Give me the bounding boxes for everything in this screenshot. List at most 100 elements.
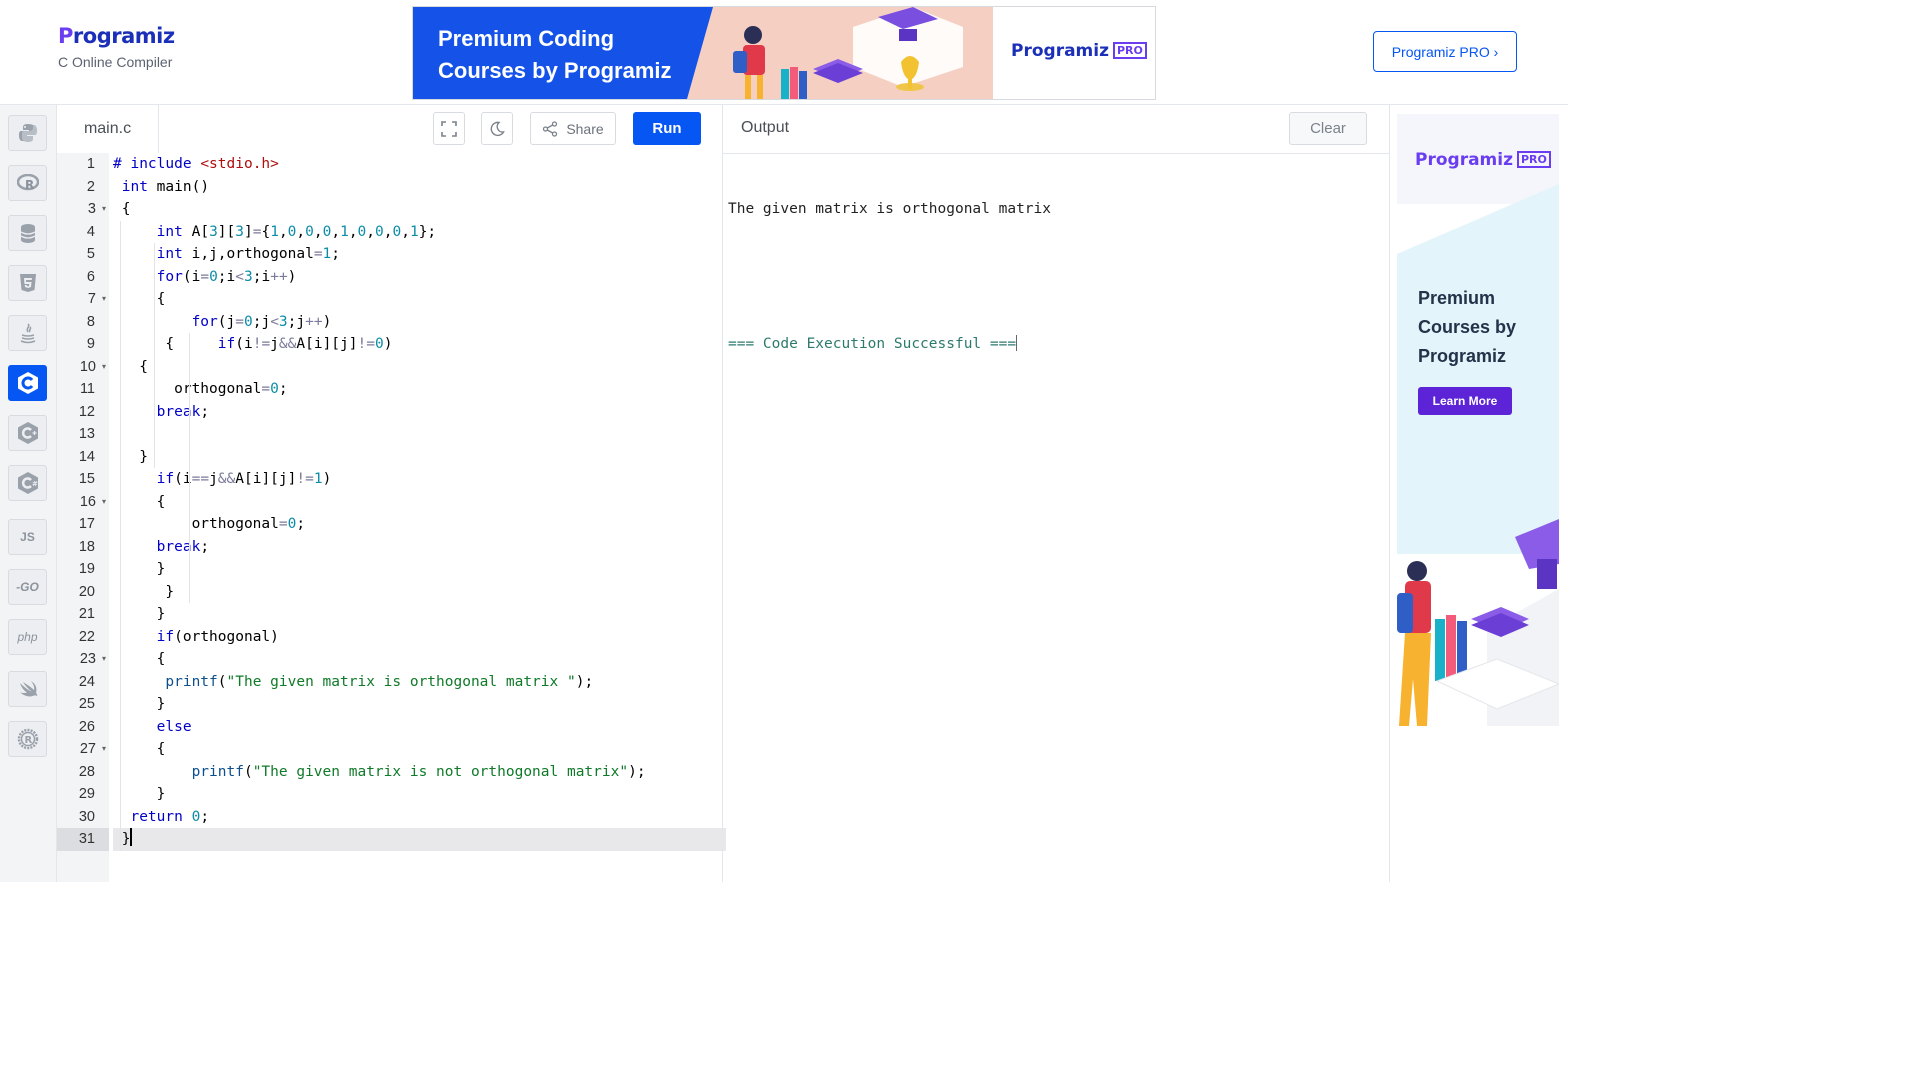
code-line: if(orthogonal) [156,628,279,645]
line-number: 24 [78,673,95,690]
code-line: { [113,358,148,375]
learn-more-button[interactable]: Learn More [1418,387,1512,415]
line-number: 4 [86,223,95,240]
cpp-icon[interactable] [8,415,47,451]
ad-logo-text: Programiz [1415,150,1513,170]
ad-heading-line: Courses by [1418,317,1517,337]
line-number-gutter: 1 2 3 ▾ 4 5 6 7 ▾ 8 9 10 ▾ 11 12 13 14 15 16 ▾ 17 18 19 20 21 22 2… [57,153,109,882]
code-line: for(j=0;j<3;j++) [191,313,332,330]
fullscreen-button[interactable] [433,112,465,145]
banner-line-2: Courses by Programiz [438,58,672,83]
banner-brand: Programiz PRO [993,7,1155,99]
javascript-icon[interactable]: JS [8,519,47,555]
r-icon[interactable]: R [8,165,47,201]
line-number: 30 [78,808,95,825]
execution-status: === Code Execution Successful === [728,335,1018,352]
line-number: 16 ▾ [57,491,109,514]
code-line: return 0; [130,808,210,825]
code-editor[interactable]: # include <stdio.h> int main() { int A[3… [109,153,726,882]
code-line: printf("The given matrix is not orthogon… [191,763,646,780]
code-line: } [113,696,166,712]
line-number: 12 [78,403,95,420]
line-number: 8 [86,313,95,330]
code-line: orthogonal=0; [113,381,288,397]
programiz-pro-button[interactable]: Programiz PRO › [1373,31,1517,72]
header: Programiz C Online Compiler Premium Codi… [0,0,1568,105]
code-line: { [113,291,166,307]
swift-icon[interactable] [8,671,47,707]
java-icon[interactable] [8,315,47,351]
logo-initial: P [58,24,73,48]
svg-text:#: # [32,480,38,488]
output-console[interactable]: The given matrix is orthogonal matrix ==… [728,153,1051,401]
page-subtitle: C Online Compiler [58,54,173,70]
side-advertisement[interactable]: Programiz PRO Premium Courses by Programi… [1397,114,1559,726]
promo-banner[interactable]: Premium Coding Courses by Programiz Prog… [412,6,1156,100]
code-line: break; [156,403,210,420]
php-label: php [17,630,38,644]
expand-icon [441,120,457,137]
line-number: 28 [78,763,95,780]
code-line: } [113,561,166,577]
php-icon[interactable]: php [8,619,47,655]
indent-guide [189,333,190,603]
code-line: } [113,583,175,600]
html5-icon[interactable] [8,265,47,301]
code-line: { [113,201,131,217]
code-line: { [113,741,166,757]
output-panel: Output Clear The given matrix is orthogo… [722,105,1390,882]
rust-icon[interactable]: R [8,721,47,757]
fold-toggle-icon[interactable]: ▾ [102,648,106,671]
line-number: 21 [78,606,95,622]
dark-mode-button[interactable] [481,112,513,145]
output-title: Output [741,119,790,136]
line-number: 31 [57,828,109,851]
indent-guide [154,243,155,468]
language-sidebar: R # JS -GO php R [0,105,57,882]
code-line: if(i==j&&A[i][j]!=1) [156,471,332,487]
c-language-icon[interactable] [8,365,47,401]
editor-toolbar: main.c Share Run [57,105,722,154]
csharp-icon[interactable]: # [8,465,47,501]
svg-text:R: R [24,735,32,746]
sql-database-icon[interactable] [8,215,47,251]
line-number: 26 [78,718,95,735]
fold-toggle-icon[interactable]: ▾ [102,288,106,311]
code-line: } [113,828,726,851]
share-button[interactable]: Share [530,112,616,145]
code-line: # include <stdio.h> [113,156,279,172]
code-line: { [113,493,166,510]
go-icon[interactable]: -GO [8,569,47,605]
file-tab-main-c[interactable]: main.c [57,105,159,153]
run-button[interactable]: Run [633,112,701,145]
ad-heading: Premium Courses by Programiz [1418,284,1516,371]
output-toolbar: Output Clear [723,105,1389,154]
code-line: break; [156,538,210,555]
line-number: 19 [78,561,95,577]
banner-illustration [687,7,993,99]
fold-toggle-icon[interactable]: ▾ [102,356,106,379]
code-line: int i,j,orthogonal=1; [156,246,341,262]
programiz-logo[interactable]: Programiz C Online Compiler [58,24,175,70]
ad-student-illustration [1397,519,1559,726]
text-cursor [130,828,133,846]
code-line: } [113,786,166,802]
line-number: 17 [78,516,95,532]
line-number: 1 [86,156,95,172]
python-icon[interactable] [8,115,47,151]
line-number: 23 ▾ [57,648,109,671]
code-line: orthogonal=0; [113,516,306,532]
code-line: } [113,448,148,465]
line-number: 15 [78,471,95,487]
fold-toggle-icon[interactable]: ▾ [102,491,106,514]
code-line: int main() [121,178,210,195]
line-number: 20 [78,583,95,600]
go-label: -GO [16,580,39,594]
student-illustration [733,7,963,99]
clear-button[interactable]: Clear [1289,112,1367,145]
share-label: Share [566,120,604,137]
logo-text: rogramiz [72,24,175,48]
line-number: 3 ▾ [57,198,109,221]
fold-toggle-icon[interactable]: ▾ [102,738,106,761]
fold-toggle-icon[interactable]: ▾ [102,198,106,221]
